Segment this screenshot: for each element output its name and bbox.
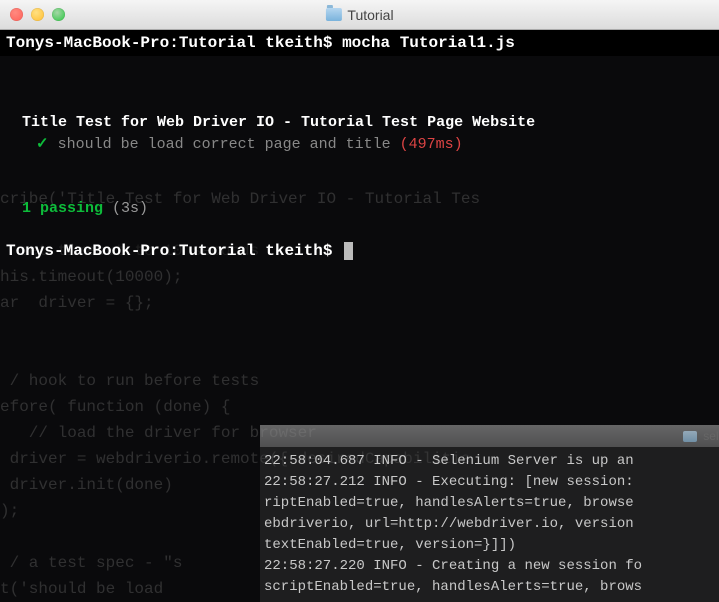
- total-duration: (3s): [112, 200, 148, 217]
- window-title-text: Tutorial: [347, 7, 393, 23]
- test-suite-title: Title Test for Web Driver IO - Tutorial …: [0, 112, 719, 134]
- maximize-icon[interactable]: [52, 8, 65, 21]
- test-case-text: should be load correct page and title: [58, 136, 391, 153]
- checkmark-icon: ✓: [36, 136, 49, 153]
- prompt-host: Tonys-MacBook-Pro:Tutorial: [6, 242, 256, 260]
- selenium-log-window: seleniun 22:58:04.687 INFO - Selenium Se…: [260, 425, 719, 602]
- test-case-line: ✓ should be load correct page and title …: [0, 134, 719, 156]
- window-title-bar: Tutorial: [0, 0, 719, 30]
- prompt-user: tkeith$: [265, 242, 332, 260]
- cursor-icon: [344, 242, 353, 260]
- selenium-title-bar: seleniun: [260, 425, 719, 447]
- traffic-lights: [10, 8, 65, 21]
- selenium-tab-label: seleniun: [703, 429, 719, 443]
- folder-icon: [325, 8, 341, 21]
- close-icon[interactable]: [10, 8, 23, 21]
- prompt-host: Tonys-MacBook-Pro:Tutorial: [6, 34, 256, 52]
- command-line-idle: Tonys-MacBook-Pro:Tutorial tkeith$: [0, 238, 719, 264]
- terminal[interactable]: cribe('Title Test for Web Driver IO - Tu…: [0, 30, 719, 600]
- passing-count: 1 passing: [22, 200, 103, 217]
- test-summary: 1 passing (3s): [0, 198, 719, 220]
- minimize-icon[interactable]: [31, 8, 44, 21]
- test-duration: (497ms): [400, 136, 463, 153]
- folder-icon: [683, 431, 697, 442]
- prompt-user: tkeith$: [265, 34, 332, 52]
- selenium-log-output: 22:58:04.687 INFO - Selenium Server is u…: [260, 447, 719, 602]
- command-text: mocha Tutorial1.js: [342, 34, 515, 52]
- window-title: Tutorial: [325, 7, 393, 23]
- command-line: Tonys-MacBook-Pro:Tutorial tkeith$ mocha…: [0, 30, 719, 56]
